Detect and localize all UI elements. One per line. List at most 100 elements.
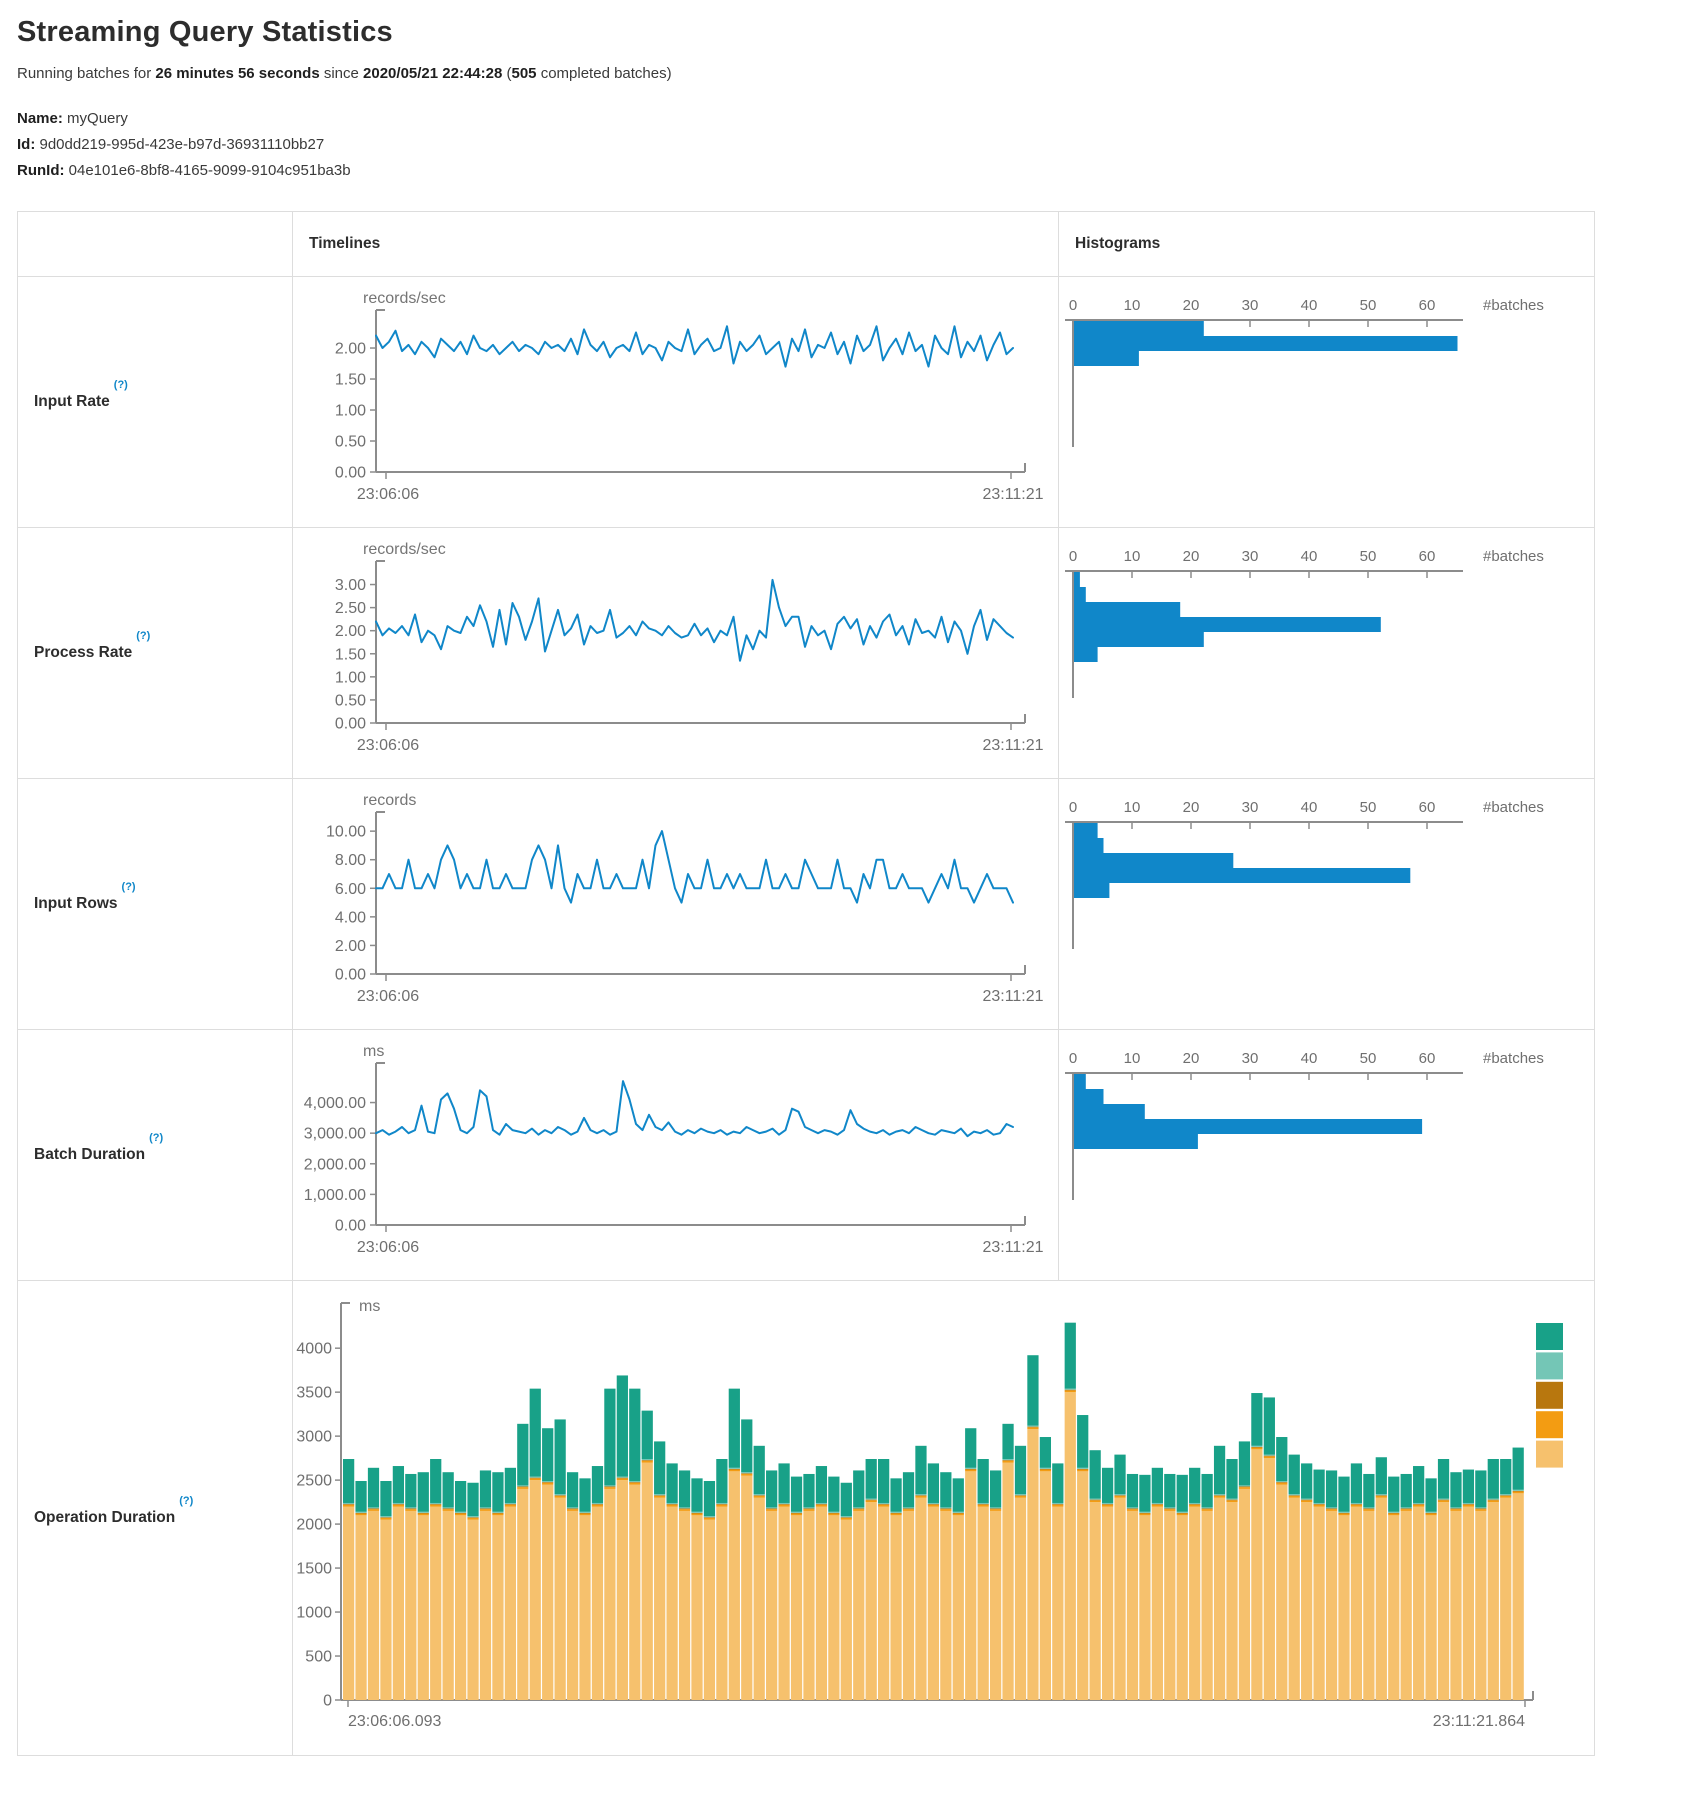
stack-segment[interactable] [530, 1478, 541, 1480]
stack-segment[interactable] [1164, 1508, 1175, 1509]
stack-segment[interactable] [691, 1478, 702, 1511]
stack-segment[interactable] [455, 1514, 466, 1516]
stack-segment[interactable] [405, 1511, 416, 1700]
stack-segment[interactable] [803, 1507, 814, 1508]
stack-segment[interactable] [791, 1514, 802, 1516]
stack-segment[interactable] [1363, 1508, 1374, 1509]
stack-segment[interactable] [1376, 1457, 1387, 1494]
hist-bar[interactable] [1074, 883, 1109, 898]
stack-segment[interactable] [828, 1477, 839, 1512]
stack-segment[interactable] [816, 1507, 827, 1701]
stack-segment[interactable] [1276, 1482, 1287, 1483]
legend-swatch[interactable] [1536, 1352, 1563, 1379]
stack-segment[interactable] [629, 1389, 640, 1481]
stack-segment[interactable] [1351, 1504, 1362, 1505]
stack-segment[interactable] [1052, 1505, 1063, 1507]
stack-segment[interactable] [679, 1470, 690, 1507]
hist-bar[interactable] [1074, 868, 1410, 883]
stack-segment[interactable] [1463, 1470, 1474, 1503]
stack-segment[interactable] [1401, 1511, 1412, 1700]
stack-segment[interactable] [1065, 1323, 1076, 1389]
stack-segment[interactable] [1065, 1389, 1076, 1390]
stack-segment[interactable] [1040, 1471, 1051, 1700]
stack-segment[interactable] [766, 1507, 777, 1508]
stack-segment[interactable] [517, 1424, 528, 1486]
stack-segment[interactable] [1189, 1468, 1200, 1503]
stack-segment[interactable] [666, 1504, 677, 1505]
stack-segment[interactable] [791, 1512, 802, 1513]
stack-segment[interactable] [604, 1485, 615, 1486]
histogram-chart[interactable]: 0102030405060#batches [1059, 779, 1594, 1029]
hist-bar[interactable] [1074, 336, 1458, 351]
stack-segment[interactable] [1214, 1496, 1225, 1498]
stack-segment[interactable] [1363, 1509, 1374, 1511]
stack-segment[interactable] [455, 1512, 466, 1513]
stack-segment[interactable] [579, 1515, 590, 1700]
stack-segment[interactable] [1363, 1474, 1374, 1507]
hist-bar[interactable] [1074, 617, 1381, 632]
stack-segment[interactable] [355, 1515, 366, 1700]
stack-segment[interactable] [355, 1513, 366, 1514]
stack-segment[interactable] [629, 1485, 640, 1700]
stack-segment[interactable] [1214, 1494, 1225, 1495]
stack-segment[interactable] [1301, 1502, 1312, 1700]
legend-swatch[interactable] [1536, 1441, 1563, 1468]
stack-segment[interactable] [1326, 1507, 1337, 1508]
timeline-chart[interactable]: ms4,000.003,000.002,000.001,000.000.0023… [293, 1030, 1058, 1280]
stack-segment[interactable] [1475, 1511, 1486, 1700]
stack-segment[interactable] [1463, 1507, 1474, 1701]
stack-segment[interactable] [505, 1507, 516, 1701]
stack-segment[interactable] [380, 1517, 391, 1518]
stack-segment[interactable] [853, 1507, 864, 1508]
stack-segment[interactable] [1226, 1459, 1237, 1499]
stack-segment[interactable] [1289, 1498, 1300, 1700]
stack-segment[interactable] [990, 1508, 1001, 1509]
stack-segment[interactable] [380, 1518, 391, 1520]
stack-segment[interactable] [617, 1375, 628, 1476]
stack-segment[interactable] [1027, 1427, 1038, 1429]
stack-segment[interactable] [343, 1459, 354, 1503]
stack-segment[interactable] [1351, 1507, 1362, 1701]
stack-segment[interactable] [878, 1507, 889, 1701]
stack-segment[interactable] [1488, 1500, 1499, 1501]
stack-segment[interactable] [704, 1518, 715, 1520]
stack-segment[interactable] [1413, 1503, 1424, 1504]
stack-segment[interactable] [978, 1503, 989, 1504]
stack-segment[interactable] [1289, 1494, 1300, 1495]
stack-segment[interactable] [343, 1503, 354, 1504]
stack-segment[interactable] [368, 1507, 379, 1508]
stack-segment[interactable] [1289, 1496, 1300, 1498]
stack-segment[interactable] [1015, 1495, 1026, 1496]
timeline-chart[interactable]: records/sec2.001.501.000.500.0023:06:062… [293, 277, 1058, 527]
hist-bar[interactable] [1074, 1119, 1422, 1134]
histogram-chart[interactable]: 0102030405060#batches [1059, 277, 1594, 527]
stack-segment[interactable] [1102, 1503, 1113, 1504]
stack-segment[interactable] [430, 1504, 441, 1505]
stack-segment[interactable] [679, 1511, 690, 1700]
stack-segment[interactable] [841, 1483, 852, 1516]
stack-segment[interactable] [1226, 1499, 1237, 1500]
stack-segment[interactable] [617, 1478, 628, 1480]
stack-segment[interactable] [393, 1503, 404, 1504]
stack-segment[interactable] [1450, 1472, 1461, 1507]
stack-segment[interactable] [803, 1511, 814, 1700]
help-icon[interactable]: (?) [122, 779, 136, 893]
stack-segment[interactable] [1015, 1494, 1026, 1495]
stack-segment[interactable] [418, 1472, 429, 1512]
stack-segment[interactable] [1251, 1446, 1262, 1447]
stack-segment[interactable] [1425, 1514, 1436, 1516]
stack-segment[interactable] [455, 1515, 466, 1700]
stack-segment[interactable] [555, 1496, 566, 1498]
stack-segment[interactable] [1239, 1487, 1250, 1489]
stack-segment[interactable] [1351, 1503, 1362, 1504]
stack-segment[interactable] [418, 1512, 429, 1513]
stack-segment[interactable] [1139, 1515, 1150, 1700]
stack-segment[interactable] [866, 1500, 877, 1502]
stack-segment[interactable] [953, 1514, 964, 1516]
stack-segment[interactable] [1027, 1427, 1038, 1428]
stack-segment[interactable] [828, 1515, 839, 1700]
stack-segment[interactable] [1239, 1441, 1250, 1485]
stack-segment[interactable] [754, 1446, 765, 1494]
stack-segment[interactable] [778, 1504, 789, 1505]
stack-segment[interactable] [716, 1504, 727, 1505]
